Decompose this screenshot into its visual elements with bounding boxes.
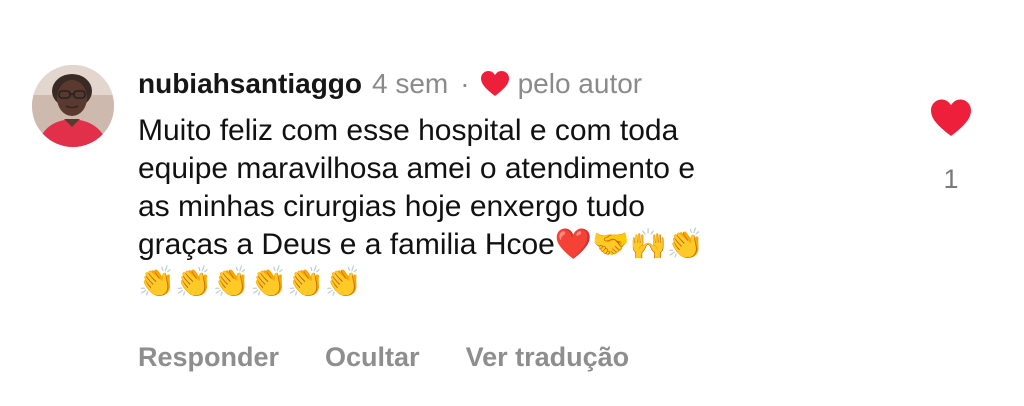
liked-by-author-label: pelo autor (517, 68, 643, 99)
comment-line: Muito feliz com esse hospital e com toda (138, 114, 679, 147)
comment-line: equipe maravilhosa amei o atendimento e (138, 152, 696, 185)
username[interactable]: nubiahsantiaggo (138, 68, 362, 100)
avatar[interactable] (32, 65, 114, 147)
timestamp: 4 sem (372, 68, 449, 99)
like-column: 1 (928, 98, 974, 195)
comment-line: graças a Deus e a familia Hcoe❤️🤝🙌👏 (138, 226, 928, 264)
hide-button[interactable]: Ocultar (325, 342, 420, 373)
heart-filled-icon[interactable] (929, 98, 973, 138)
separator: · (460, 68, 470, 99)
comment-actions: Responder Ocultar Ver tradução (138, 342, 629, 373)
comment-line: as minhas cirurgias hoje enxergo tudo (138, 190, 645, 223)
emoji-sequence: ❤️🤝🙌👏 (554, 228, 705, 261)
like-count: 1 (943, 164, 959, 194)
comment-text: Muito feliz com esse hospital e com toda… (138, 112, 928, 302)
heart-icon (480, 70, 510, 98)
avatar-image (32, 65, 114, 147)
emoji-line: 👏👏👏👏👏👏 (138, 266, 363, 299)
comment-line-text: graças a Deus e a familia Hcoe (138, 228, 555, 261)
translate-button[interactable]: Ver tradução (466, 342, 630, 373)
comment: nubiahsantiaggo 4 sem · pelo autor Muito… (0, 0, 1024, 406)
comment-header: nubiahsantiaggo 4 sem · pelo autor (138, 64, 642, 104)
reply-button[interactable]: Responder (138, 342, 279, 373)
